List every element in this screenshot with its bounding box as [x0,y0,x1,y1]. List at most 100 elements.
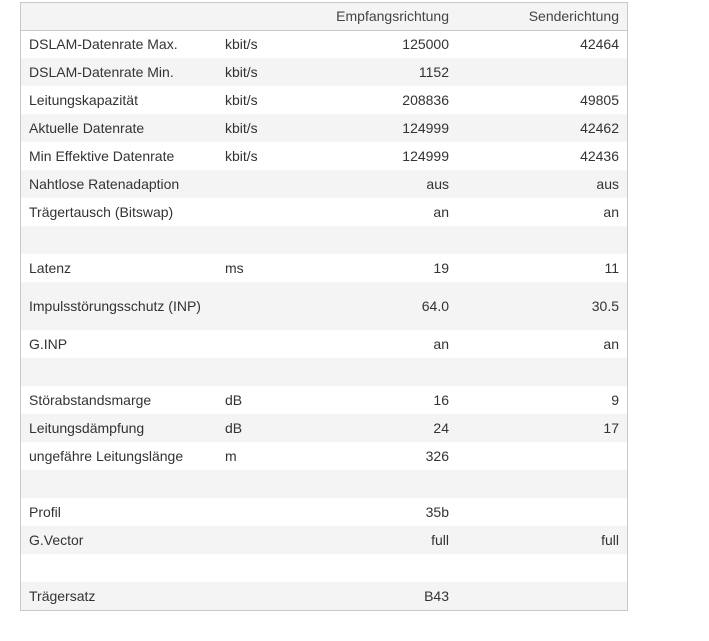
dsl-line-info-table-container: Empfangsrichtung Senderichtung DSLAM-Dat… [20,2,628,611]
row-unit [217,554,307,582]
row-downstream-value: an [433,204,449,220]
row-downstream-value [307,554,457,582]
row-label: Trägersatz [29,588,96,604]
row-upstream-value: 49805 [580,92,619,108]
row-unit: kbit/s [225,64,258,80]
row-unit: kbit/s [225,148,258,164]
row-unit [217,226,307,254]
table-row: G.Vector full full [21,526,627,554]
row-upstream-value: 30.5 [591,298,619,314]
row-upstream-value: aus [596,176,619,192]
row-unit: kbit/s [225,36,258,53]
table-row: Min Effektive Datenrate kbit/s 124999 42… [21,142,627,170]
table-row: Leitungsdämpfung dB 24 17 [21,414,627,442]
row-upstream-value [457,554,627,582]
header-label [21,3,217,30]
row-upstream-value [457,498,627,526]
table-row: Aktuelle Datenrate kbit/s 124999 42462 [21,114,627,142]
table-row: DSLAM-Datenrate Max. kbit/s 125000 42464 [21,30,627,58]
row-unit: kbit/s [225,92,258,108]
row-downstream-value [307,470,457,498]
row-upstream-value: 42436 [580,148,619,164]
table-row: Profil 35b [21,498,627,526]
row-unit [217,470,307,498]
row-downstream-value: 16 [433,392,449,408]
row-unit: m [225,448,237,464]
row-label: Profil [29,504,61,520]
row-downstream-value: 124999 [402,120,449,136]
row-label: Leitungskapazität [29,92,138,108]
row-downstream-value: full [431,532,449,548]
row-downstream-value: 1152 [418,64,449,80]
row-label: Min Effektive Datenrate [29,148,175,164]
table-row: DSLAM-Datenrate Min. kbit/s 1152 [21,58,627,86]
table-row: Störabstandsmarge dB 16 9 [21,386,627,414]
row-upstream-value: 42462 [580,120,619,136]
row-upstream-value [457,58,627,86]
row-upstream-value: 11 [604,260,619,276]
row-unit [217,170,307,198]
row-upstream-value: an [603,336,619,352]
row-downstream-value: 208836 [402,92,449,108]
row-downstream-value: aus [426,176,449,192]
header-unit [217,3,307,30]
row-label [21,226,217,254]
header-downstream: Empfangsrichtung [336,8,449,25]
row-unit [217,282,307,330]
row-downstream-value: 124999 [402,148,449,164]
row-upstream-value: 42464 [580,36,619,53]
table-spacer-row [21,358,627,386]
row-unit [217,498,307,526]
table-spacer-row [21,554,627,582]
table-spacer-row [21,226,627,254]
row-downstream-value: 64.0 [421,298,449,314]
row-unit [217,526,307,554]
table-row: ungefähre Leitungslänge m 326 [21,442,627,470]
row-upstream-value [457,442,627,470]
row-downstream-value: 35b [425,504,449,520]
row-upstream-value: 17 [603,420,619,436]
row-downstream-value [307,226,457,254]
row-upstream-value [457,470,627,498]
row-label: Leitungsdämpfung [29,420,145,436]
row-downstream-value: 24 [433,420,449,436]
row-unit: kbit/s [225,120,258,136]
row-upstream-value [457,358,627,386]
row-label: Aktuelle Datenrate [29,120,145,136]
row-upstream-value: 9 [611,392,619,408]
row-unit [217,198,307,226]
row-label: DSLAM-Datenrate Min. [29,64,174,80]
header-upstream: Senderichtung [528,8,619,25]
row-label: Nahtlose Ratenadaption [29,176,180,192]
row-unit [217,582,307,610]
row-label: G.Vector [29,532,84,548]
row-unit: ms [225,260,244,276]
row-downstream-value: B43 [424,588,449,604]
row-label [21,470,217,498]
table-row: Nahtlose Ratenadaption aus aus [21,170,627,198]
row-upstream-value: full [601,532,619,548]
row-downstream-value: 125000 [402,36,449,53]
table-spacer-row [21,470,627,498]
row-downstream-value: 19 [433,260,449,276]
row-upstream-value [457,226,627,254]
table-row: G.INP an an [21,330,627,358]
row-unit [217,358,307,386]
row-label: DSLAM-Datenrate Max. [29,36,178,53]
row-downstream-value: an [433,336,449,352]
row-label: Trägertausch (Bitswap) [29,204,174,220]
table-header-row: Empfangsrichtung Senderichtung [21,3,627,30]
row-upstream-value [457,582,627,610]
row-label: Störabstandsmarge [29,392,152,408]
row-downstream-value: 326 [425,448,449,464]
row-label: G.INP [29,336,68,352]
table-row: Trägersatz B43 [21,582,627,610]
row-unit: dB [225,392,243,408]
dsl-line-info-table: Empfangsrichtung Senderichtung DSLAM-Dat… [21,3,627,610]
table-row: Impulsstörungsschutz (INP) 64.0 30.5 [21,282,627,330]
table-header: Empfangsrichtung Senderichtung [21,3,627,30]
table-body: DSLAM-Datenrate Max. kbit/s 125000 42464… [21,30,627,610]
table-row: Leitungskapazität kbit/s 208836 49805 [21,86,627,114]
row-label [21,554,217,582]
table-row: Latenz ms 19 11 [21,254,627,282]
